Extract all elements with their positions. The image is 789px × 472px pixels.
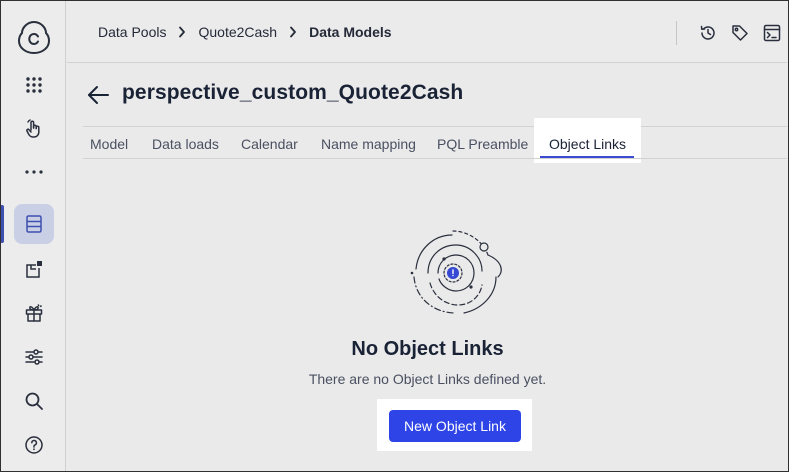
more-horizontal-icon[interactable]	[14, 152, 54, 192]
nav-active-indicator	[1, 205, 4, 243]
apps-grid-icon[interactable]	[14, 65, 54, 105]
breadcrumb: Data Pools Quote2Cash Data Models	[98, 24, 392, 40]
tabs-divider-bottom	[83, 158, 787, 159]
tabs-divider-top	[83, 126, 787, 127]
tab-data-loads[interactable]: Data loads	[152, 136, 219, 152]
tab-calendar[interactable]: Calendar	[241, 136, 298, 152]
search-icon[interactable]	[14, 381, 54, 421]
new-object-link-button[interactable]: New Object Link	[389, 410, 521, 442]
top-header: Data Pools Quote2Cash Data Models	[67, 1, 787, 63]
help-icon[interactable]	[14, 425, 54, 465]
studio-icon[interactable]	[14, 249, 54, 289]
tab-model[interactable]: Model	[90, 136, 128, 152]
page-title: perspective_custom_Quote2Cash	[122, 81, 464, 104]
app-window: Data Pools Quote2Cash Data Models perspe…	[0, 0, 789, 472]
hand-pointer-icon[interactable]	[14, 109, 54, 149]
tab-pql-preamble[interactable]: PQL Preamble	[437, 136, 528, 152]
data-icon[interactable]	[14, 204, 54, 244]
breadcrumb-data-models: Data Models	[309, 24, 392, 40]
breadcrumb-quote2cash[interactable]: Quote2Cash	[198, 24, 277, 40]
sidebar-nav	[1, 1, 66, 471]
history-icon[interactable]	[697, 22, 719, 44]
tag-icon[interactable]	[729, 22, 751, 44]
back-button[interactable]	[85, 83, 111, 107]
breadcrumb-data-pools[interactable]: Data Pools	[98, 24, 166, 40]
terminal-icon[interactable]	[761, 22, 783, 44]
chevron-right-icon	[289, 26, 297, 38]
arrow-left-icon	[88, 86, 109, 104]
empty-state-title: No Object Links	[351, 338, 504, 360]
header-divider	[676, 21, 677, 45]
empty-orbit-illustration	[406, 227, 506, 317]
tab-name-mapping[interactable]: Name mapping	[321, 136, 416, 152]
brand-logo-icon[interactable]	[14, 17, 54, 57]
chevron-right-icon	[178, 26, 186, 38]
tab-object-links[interactable]: Object Links	[549, 136, 626, 152]
empty-state-description: There are no Object Links defined yet.	[308, 371, 547, 387]
marketplace-icon[interactable]	[14, 293, 54, 333]
